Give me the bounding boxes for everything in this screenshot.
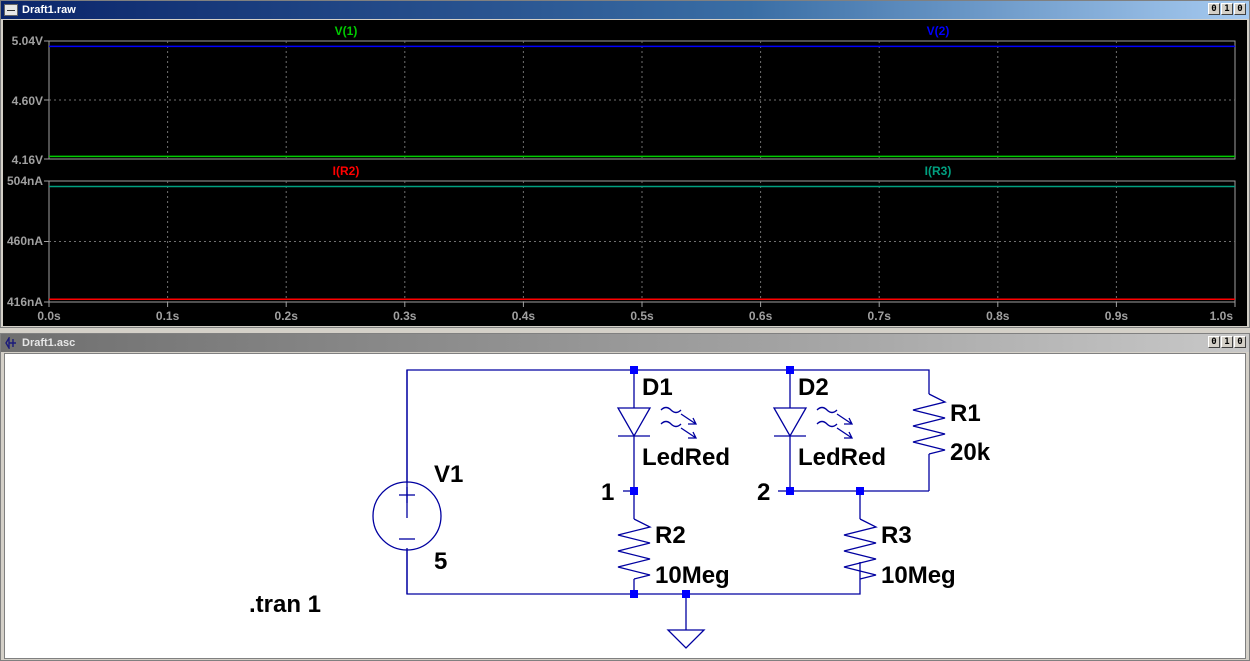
led-d1[interactable]: [616, 406, 698, 439]
x-tick-label: 0.8s: [986, 309, 1010, 323]
x-tick-label: 0.6s: [749, 309, 773, 323]
junction-node[interactable]: [786, 487, 794, 495]
resistor-r2[interactable]: [617, 518, 652, 580]
schematic-window-title: Draft1.asc: [22, 337, 76, 349]
resistor-r1[interactable]: [912, 393, 947, 455]
trace-label-v2[interactable]: V(2): [927, 24, 950, 38]
r1-label[interactable]: R1: [950, 400, 981, 427]
waveform-titlebar[interactable]: Draft1.raw 0 1 0: [1, 1, 1249, 19]
v1-label[interactable]: V1: [434, 461, 463, 488]
r2-value[interactable]: 10Meg: [655, 562, 730, 589]
d1-value[interactable]: LedRed: [642, 444, 730, 471]
d2-label[interactable]: D2: [798, 374, 829, 401]
x-axis: 0.0s 0.1s 0.2s 0.3s 0.4s 0.5s 0.6s 0.7s 0.8s 0.9s…: [37, 302, 1236, 323]
junction-node[interactable]: [786, 366, 794, 374]
maximize-button[interactable]: 1: [1221, 336, 1233, 348]
waveform-app-icon: [4, 4, 18, 16]
x-tick-label: 0.0s: [37, 309, 61, 323]
close-button[interactable]: 0: [1234, 3, 1246, 15]
minimize-button[interactable]: 0: [1208, 336, 1220, 348]
schematic-window: Draft1.asc 0 1 0 D1 LedRed D2 LedRed R1 …: [0, 333, 1250, 661]
x-tick-label: 0.7s: [868, 309, 892, 323]
trace-label-ir2[interactable]: I(R2): [333, 164, 360, 178]
led-d2[interactable]: [772, 406, 854, 439]
trace-label-v1[interactable]: V(1): [335, 24, 358, 38]
d1-label[interactable]: D1: [642, 374, 673, 401]
voltage-source-v1[interactable]: [372, 370, 442, 594]
ground-symbol[interactable]: [666, 629, 706, 649]
r3-value[interactable]: 10Meg: [881, 562, 956, 589]
junction-node[interactable]: [682, 590, 690, 598]
top-ytick-1: 4.60V: [12, 94, 43, 108]
plot-area[interactable]: 5.04V 4.60V 4.16V V(1) V(2) 504nA 460nA …: [3, 20, 1247, 326]
r3-label[interactable]: R3: [881, 522, 912, 549]
x-tick-label: 1.0s: [1210, 309, 1234, 323]
net-label-1[interactable]: 1: [601, 479, 614, 506]
spice-directive[interactable]: .tran 1: [249, 591, 321, 618]
trace-label-ir3[interactable]: I(R3): [925, 164, 952, 178]
top-ytick-0: 5.04V: [12, 34, 43, 48]
bottom-pane[interactable]: 504nA 460nA 416nA I(R2) I(R3): [7, 164, 1236, 309]
r2-label[interactable]: R2: [655, 522, 686, 549]
x-tick-label: 0.1s: [156, 309, 180, 323]
junction-node[interactable]: [856, 487, 864, 495]
net-label-2[interactable]: 2: [757, 479, 770, 506]
waveform-window-title: Draft1.raw: [22, 4, 76, 16]
maximize-button[interactable]: 1: [1221, 3, 1233, 15]
junction-node[interactable]: [630, 590, 638, 598]
x-tick-label: 0.9s: [1105, 309, 1129, 323]
top-ytick-2: 4.16V: [12, 153, 43, 167]
waveform-window: Draft1.raw 0 1 0 5.04V 4.60V 4.16V V(1) …: [0, 0, 1250, 328]
top-pane[interactable]: 5.04V 4.60V 4.16V V(1) V(2): [12, 24, 1236, 167]
x-tick-label: 0.3s: [393, 309, 417, 323]
x-tick-label: 0.4s: [512, 309, 536, 323]
minimize-button[interactable]: 0: [1208, 3, 1220, 15]
x-tick-label: 0.5s: [630, 309, 654, 323]
v1-value[interactable]: 5: [434, 548, 447, 575]
bottom-ytick-2: 416nA: [7, 295, 43, 309]
bottom-ytick-1: 460nA: [7, 234, 43, 248]
top-pane-grid: [44, 40, 1235, 160]
junction-node[interactable]: [630, 366, 638, 374]
close-button[interactable]: 0: [1234, 336, 1246, 348]
schematic-canvas[interactable]: D1 LedRed D2 LedRed R1 20k R2 10Meg R3 1…: [4, 353, 1246, 659]
schematic-app-icon: [4, 336, 18, 350]
schematic-titlebar[interactable]: Draft1.asc 0 1 0: [1, 334, 1249, 352]
r1-value[interactable]: 20k: [950, 439, 991, 466]
x-tick-label: 0.2s: [275, 309, 299, 323]
d2-value[interactable]: LedRed: [798, 444, 886, 471]
junction-node[interactable]: [630, 487, 638, 495]
bottom-pane-grid: [44, 180, 1235, 303]
bottom-ytick-0: 504nA: [7, 174, 43, 188]
